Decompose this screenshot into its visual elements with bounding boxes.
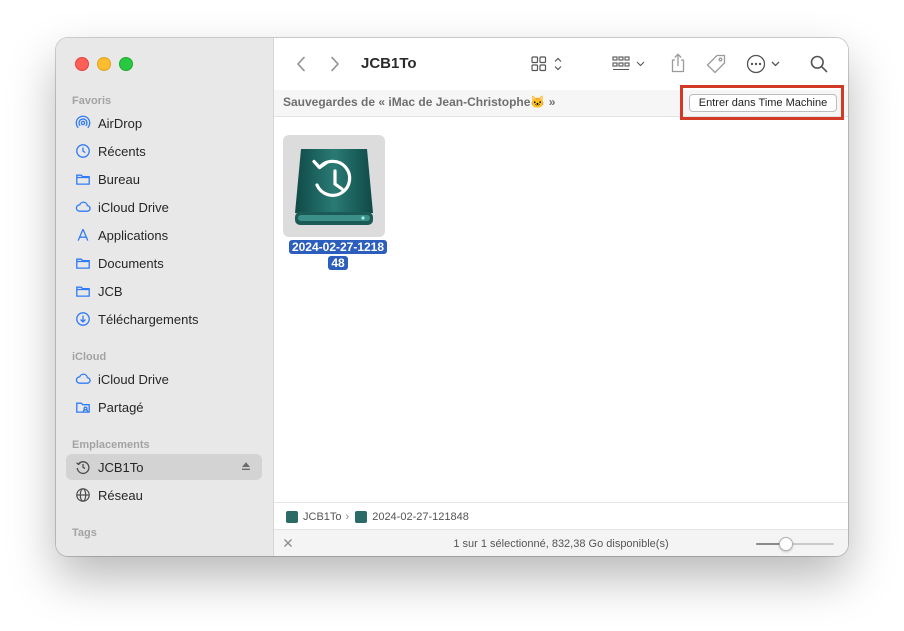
annotation-highlight-box bbox=[680, 85, 844, 120]
sidebar-item-bureau[interactable]: Bureau bbox=[66, 166, 262, 192]
time-machine-icon bbox=[74, 458, 92, 476]
applications-icon bbox=[74, 226, 92, 244]
file-thumbnail bbox=[283, 135, 385, 237]
cloud-icon bbox=[74, 198, 92, 216]
zoom-slider[interactable] bbox=[756, 537, 834, 551]
sidebar-item-label: Réseau bbox=[98, 487, 143, 503]
shared-folder-icon bbox=[74, 398, 92, 416]
more-actions-button[interactable] bbox=[744, 52, 786, 76]
close-button[interactable] bbox=[75, 57, 89, 71]
chevron-left-icon bbox=[297, 56, 305, 72]
sidebar-item-label: Partagé bbox=[98, 399, 144, 415]
sidebar-item-label: Téléchargements bbox=[98, 311, 199, 327]
path-item-label: 2024-02-27-121848 bbox=[372, 510, 469, 523]
time-machine-drive-icon bbox=[295, 149, 373, 225]
folder-icon bbox=[74, 254, 92, 272]
zoom-button[interactable] bbox=[119, 57, 133, 71]
ellipsis-circle-icon bbox=[746, 54, 780, 74]
path-separator: › bbox=[345, 510, 350, 523]
sidebar-item-icloud-drive[interactable]: iCloud Drive bbox=[66, 194, 262, 220]
sidebar-item-reseau[interactable]: Réseau bbox=[66, 482, 262, 508]
sidebar-item-partage[interactable]: Partagé bbox=[66, 394, 262, 420]
drive-icon bbox=[355, 510, 368, 523]
window-controls bbox=[75, 57, 133, 71]
sidebar-item-label: Bureau bbox=[98, 171, 140, 187]
sidebar-item-label: JCB bbox=[98, 283, 123, 299]
minimize-button[interactable] bbox=[97, 57, 111, 71]
share-icon bbox=[671, 53, 685, 73]
sidebar-item-label: Récents bbox=[98, 143, 146, 159]
download-icon bbox=[74, 310, 92, 328]
icon-view-icon bbox=[531, 56, 562, 72]
sidebar-item-icloud-drive-2[interactable]: iCloud Drive bbox=[66, 366, 262, 392]
folder-icon bbox=[74, 170, 92, 188]
search-button[interactable] bbox=[807, 52, 831, 76]
sidebar-section-emplacements: Emplacements bbox=[72, 439, 150, 451]
sidebar-section-favoris: Favoris bbox=[72, 95, 112, 107]
eject-icon[interactable] bbox=[240, 460, 252, 472]
path-bar: JCB1To › 2024-02-27-121848 bbox=[274, 502, 848, 530]
sidebar-item-label: Applications bbox=[98, 227, 169, 243]
cloud-icon bbox=[74, 370, 92, 388]
sidebar-item-documents[interactable]: Documents bbox=[66, 250, 262, 276]
file-name-line-2: 48 bbox=[328, 256, 348, 270]
sidebar-item-airdrop[interactable]: AirDrop bbox=[66, 110, 262, 136]
sidebar-item-label: JCB1To bbox=[98, 459, 144, 475]
back-button[interactable] bbox=[292, 54, 310, 74]
sidebar-section-tags: Tags bbox=[72, 527, 97, 539]
sidebar-item-label: AirDrop bbox=[98, 115, 143, 131]
forward-button[interactable] bbox=[326, 54, 344, 74]
clock-icon bbox=[74, 142, 92, 160]
sidebar-item-jcb[interactable]: JCB bbox=[66, 278, 262, 304]
chevron-right-icon bbox=[331, 56, 339, 72]
group-by-button[interactable] bbox=[610, 53, 650, 75]
sidebar-item-recents[interactable]: Récents bbox=[66, 138, 262, 164]
sidebar-item-jcb1to[interactable]: JCB1To bbox=[66, 454, 262, 480]
group-icon bbox=[612, 56, 645, 71]
zoom-slider-knob[interactable] bbox=[778, 537, 793, 551]
sidebar-item-telechargements[interactable]: Téléchargements bbox=[66, 306, 262, 332]
path-item-label: JCB1To bbox=[303, 510, 342, 523]
file-name: 2024-02-27-1218 48 bbox=[283, 239, 393, 271]
search-icon bbox=[810, 55, 828, 73]
globe-icon bbox=[74, 486, 92, 504]
path-item-backup[interactable]: 2024-02-27-121848 bbox=[355, 510, 469, 523]
drive-icon bbox=[286, 510, 298, 523]
sidebar: Favoris AirDrop Récents Bureau iCloud Dr… bbox=[56, 38, 274, 556]
file-name-line-1: 2024-02-27-1218 bbox=[288, 240, 388, 254]
share-button[interactable] bbox=[667, 51, 689, 75]
sidebar-item-applications[interactable]: Applications bbox=[66, 222, 262, 248]
tags-button[interactable] bbox=[704, 52, 728, 76]
airdrop-icon bbox=[74, 114, 92, 132]
toolbar: JCB1To bbox=[274, 38, 848, 90]
tag-icon bbox=[706, 54, 726, 74]
backups-label: Sauvegardes de « iMac de Jean-Christophe… bbox=[283, 95, 556, 109]
finder-window: Favoris AirDrop Récents Bureau iCloud Dr… bbox=[56, 38, 848, 556]
sidebar-item-label: iCloud Drive bbox=[98, 199, 169, 215]
status-bar: 1 sur 1 sélectionné, 832,38 Go disponibl… bbox=[274, 529, 848, 556]
view-mode-button[interactable] bbox=[529, 53, 567, 75]
folder-icon bbox=[74, 282, 92, 300]
sidebar-item-label: iCloud Drive bbox=[98, 371, 169, 387]
sidebar-section-icloud: iCloud bbox=[72, 351, 107, 363]
path-item-jcb1to[interactable]: JCB1To bbox=[286, 510, 342, 523]
main-area: JCB1To Sauvegardes de « iMac de Jean-Chr… bbox=[274, 38, 848, 556]
sidebar-item-label: Documents bbox=[98, 255, 164, 271]
window-title: JCB1To bbox=[361, 55, 417, 72]
